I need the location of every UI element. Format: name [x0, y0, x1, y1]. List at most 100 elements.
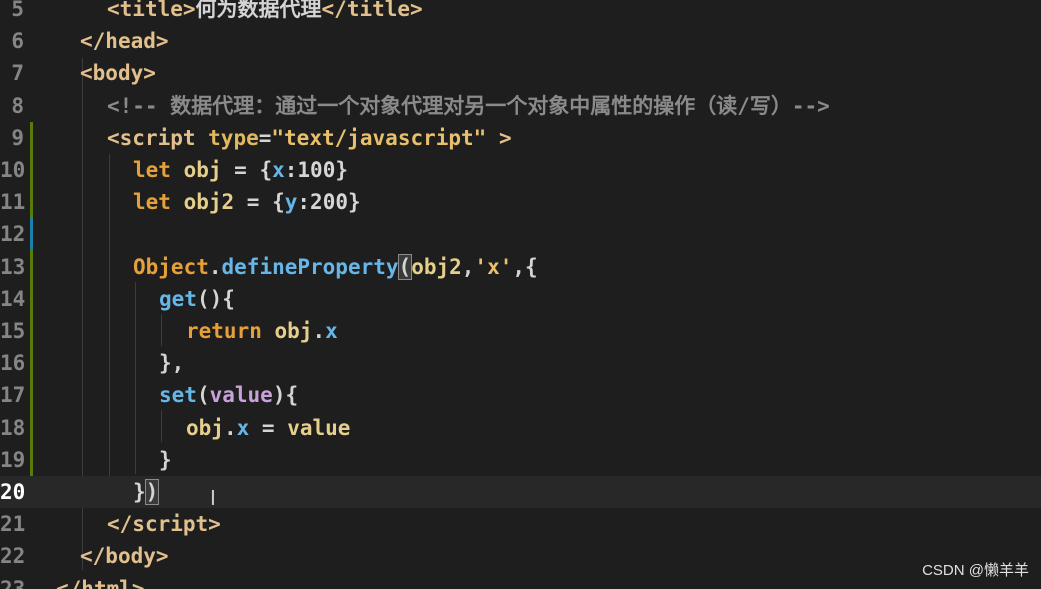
code-token: ): [144, 479, 160, 505]
line-number: 16: [0, 351, 26, 376]
code-token: value: [287, 415, 351, 440]
code-token: }: [335, 158, 348, 182]
line-number: 7: [11, 61, 24, 86]
code-token: get: [159, 286, 197, 311]
code-token: </: [321, 0, 347, 21]
line-code: </html>: [56, 573, 145, 589]
line-code: <!-- 数据代理：通过一个对象代理对另一个对象中属性的操作（读/写）-->: [107, 90, 830, 122]
code-token: </: [80, 29, 106, 54]
line-code: <title>何为数据代理</title>: [107, 0, 423, 25]
code-token: (){: [196, 286, 235, 311]
code-token: body: [105, 544, 156, 569]
code-token: .: [223, 415, 237, 440]
code-token: set: [159, 383, 197, 408]
code-token: (: [196, 383, 210, 408]
code-line[interactable]: 7 <body>: [0, 57, 1041, 89]
line-number: 11: [0, 190, 26, 215]
line-code: },: [159, 347, 184, 379]
code-line[interactable]: 13 Object.defineProperty(obj2,'x',{: [0, 251, 1041, 283]
code-token: let: [133, 190, 171, 215]
code-token: title: [119, 0, 183, 21]
code-token: x: [272, 158, 285, 182]
code-token: body: [92, 61, 144, 86]
line-code: get(){: [159, 283, 235, 315]
code-token: }: [159, 447, 172, 472]
code-line[interactable]: 6 </head>: [0, 25, 1041, 57]
code-token: </: [80, 544, 106, 569]
code-token: <!-- 数据代理：通过一个对象代理对另一个对象中属性的操作（读/写）-->: [107, 93, 830, 118]
code-token: =: [234, 158, 260, 182]
code-line[interactable]: 9 <script type="text/javascript" >: [0, 122, 1041, 154]
line-number: 17: [0, 383, 26, 408]
code-token: >: [131, 576, 145, 589]
line-number: 6: [11, 29, 24, 54]
line-number: 9: [11, 125, 24, 150]
line-code: return obj.x: [186, 315, 338, 347]
code-token: 'x': [474, 254, 513, 279]
code-token: }: [133, 480, 146, 504]
line-number: 18: [0, 415, 26, 440]
code-token: obj: [186, 415, 224, 440]
line-number: 10: [0, 158, 26, 182]
code-token: obj2: [411, 254, 462, 279]
line-code: <body>: [80, 57, 156, 89]
code-token: head: [105, 29, 156, 54]
code-token: {: [272, 190, 285, 215]
line-code: </script>: [107, 508, 221, 540]
code-line[interactable]: 17 set(value){: [0, 379, 1041, 411]
code-token: (: [397, 253, 413, 280]
code-token: </: [107, 512, 133, 537]
code-line[interactable]: 11 let obj2 = {y:200}: [0, 186, 1041, 218]
code-line[interactable]: 12: [0, 218, 1041, 250]
code-token: x: [325, 319, 338, 343]
code-token: <: [107, 125, 120, 150]
code-token: Object: [133, 254, 209, 279]
line-code: obj.x = value: [186, 412, 350, 444]
code-editor[interactable]: 5 <title>何为数据代理</title> 6 </head> 7 <body> 8 <!…: [0, 0, 1041, 589]
code-token: "text/javascript": [271, 125, 487, 150]
code-token: obj: [170, 158, 235, 182]
code-token: =: [246, 190, 273, 215]
code-line[interactable]: 14 get(){: [0, 283, 1041, 315]
code-token: =: [249, 415, 288, 440]
code-token: }: [347, 190, 361, 215]
line-number: 23: [0, 576, 26, 589]
line-code: }: [159, 444, 172, 476]
code-token: <: [107, 0, 120, 21]
code-token: .: [208, 254, 222, 279]
code-token: },: [159, 351, 185, 376]
code-token: script: [119, 125, 196, 150]
line-number: 15: [0, 319, 26, 343]
code-token: ){: [272, 383, 299, 408]
code-token: {: [259, 158, 273, 182]
code-line[interactable]: 10 let obj = {x:100}: [0, 154, 1041, 186]
line-number: 20: [0, 480, 26, 504]
code-line[interactable]: 8 <!-- 数据代理：通过一个对象代理对另一个对象中属性的操作（读/写）-->: [0, 90, 1041, 122]
line-code: Object.defineProperty(obj2,'x',{: [133, 251, 538, 283]
code-token: title: [346, 0, 411, 21]
line-code: set(value){: [159, 379, 298, 411]
code-line[interactable]: 16},: [0, 347, 1041, 379]
code-token: ,{: [512, 254, 538, 279]
code-line[interactable]: 15 return obj.x: [0, 315, 1041, 347]
code-token: obj: [261, 319, 313, 343]
code-token: html: [81, 576, 132, 589]
line-code: let obj = {x:100}: [133, 154, 348, 186]
code-line[interactable]: 22 </body>: [0, 540, 1041, 572]
code-token: <: [80, 61, 93, 86]
code-token: :200: [297, 190, 348, 215]
line-number: 13: [0, 254, 26, 279]
code-token: >: [143, 61, 156, 86]
line-number: 19: [0, 447, 26, 472]
code-line[interactable]: 20}): [0, 476, 1041, 508]
code-token: x: [236, 415, 250, 440]
code-line[interactable]: 21 </script>: [0, 508, 1041, 540]
code-line[interactable]: 23 </html>: [0, 573, 1041, 589]
code-token: defineProperty: [221, 254, 399, 279]
code-token: y: [284, 190, 298, 215]
code-line[interactable]: 19}: [0, 444, 1041, 476]
line-code: <script type="text/javascript" >: [107, 122, 512, 154]
line-code: }): [133, 476, 160, 508]
code-line[interactable]: 5 <title>何为数据代理</title>: [0, 0, 1041, 25]
code-line[interactable]: 18 obj.x = value: [0, 412, 1041, 444]
